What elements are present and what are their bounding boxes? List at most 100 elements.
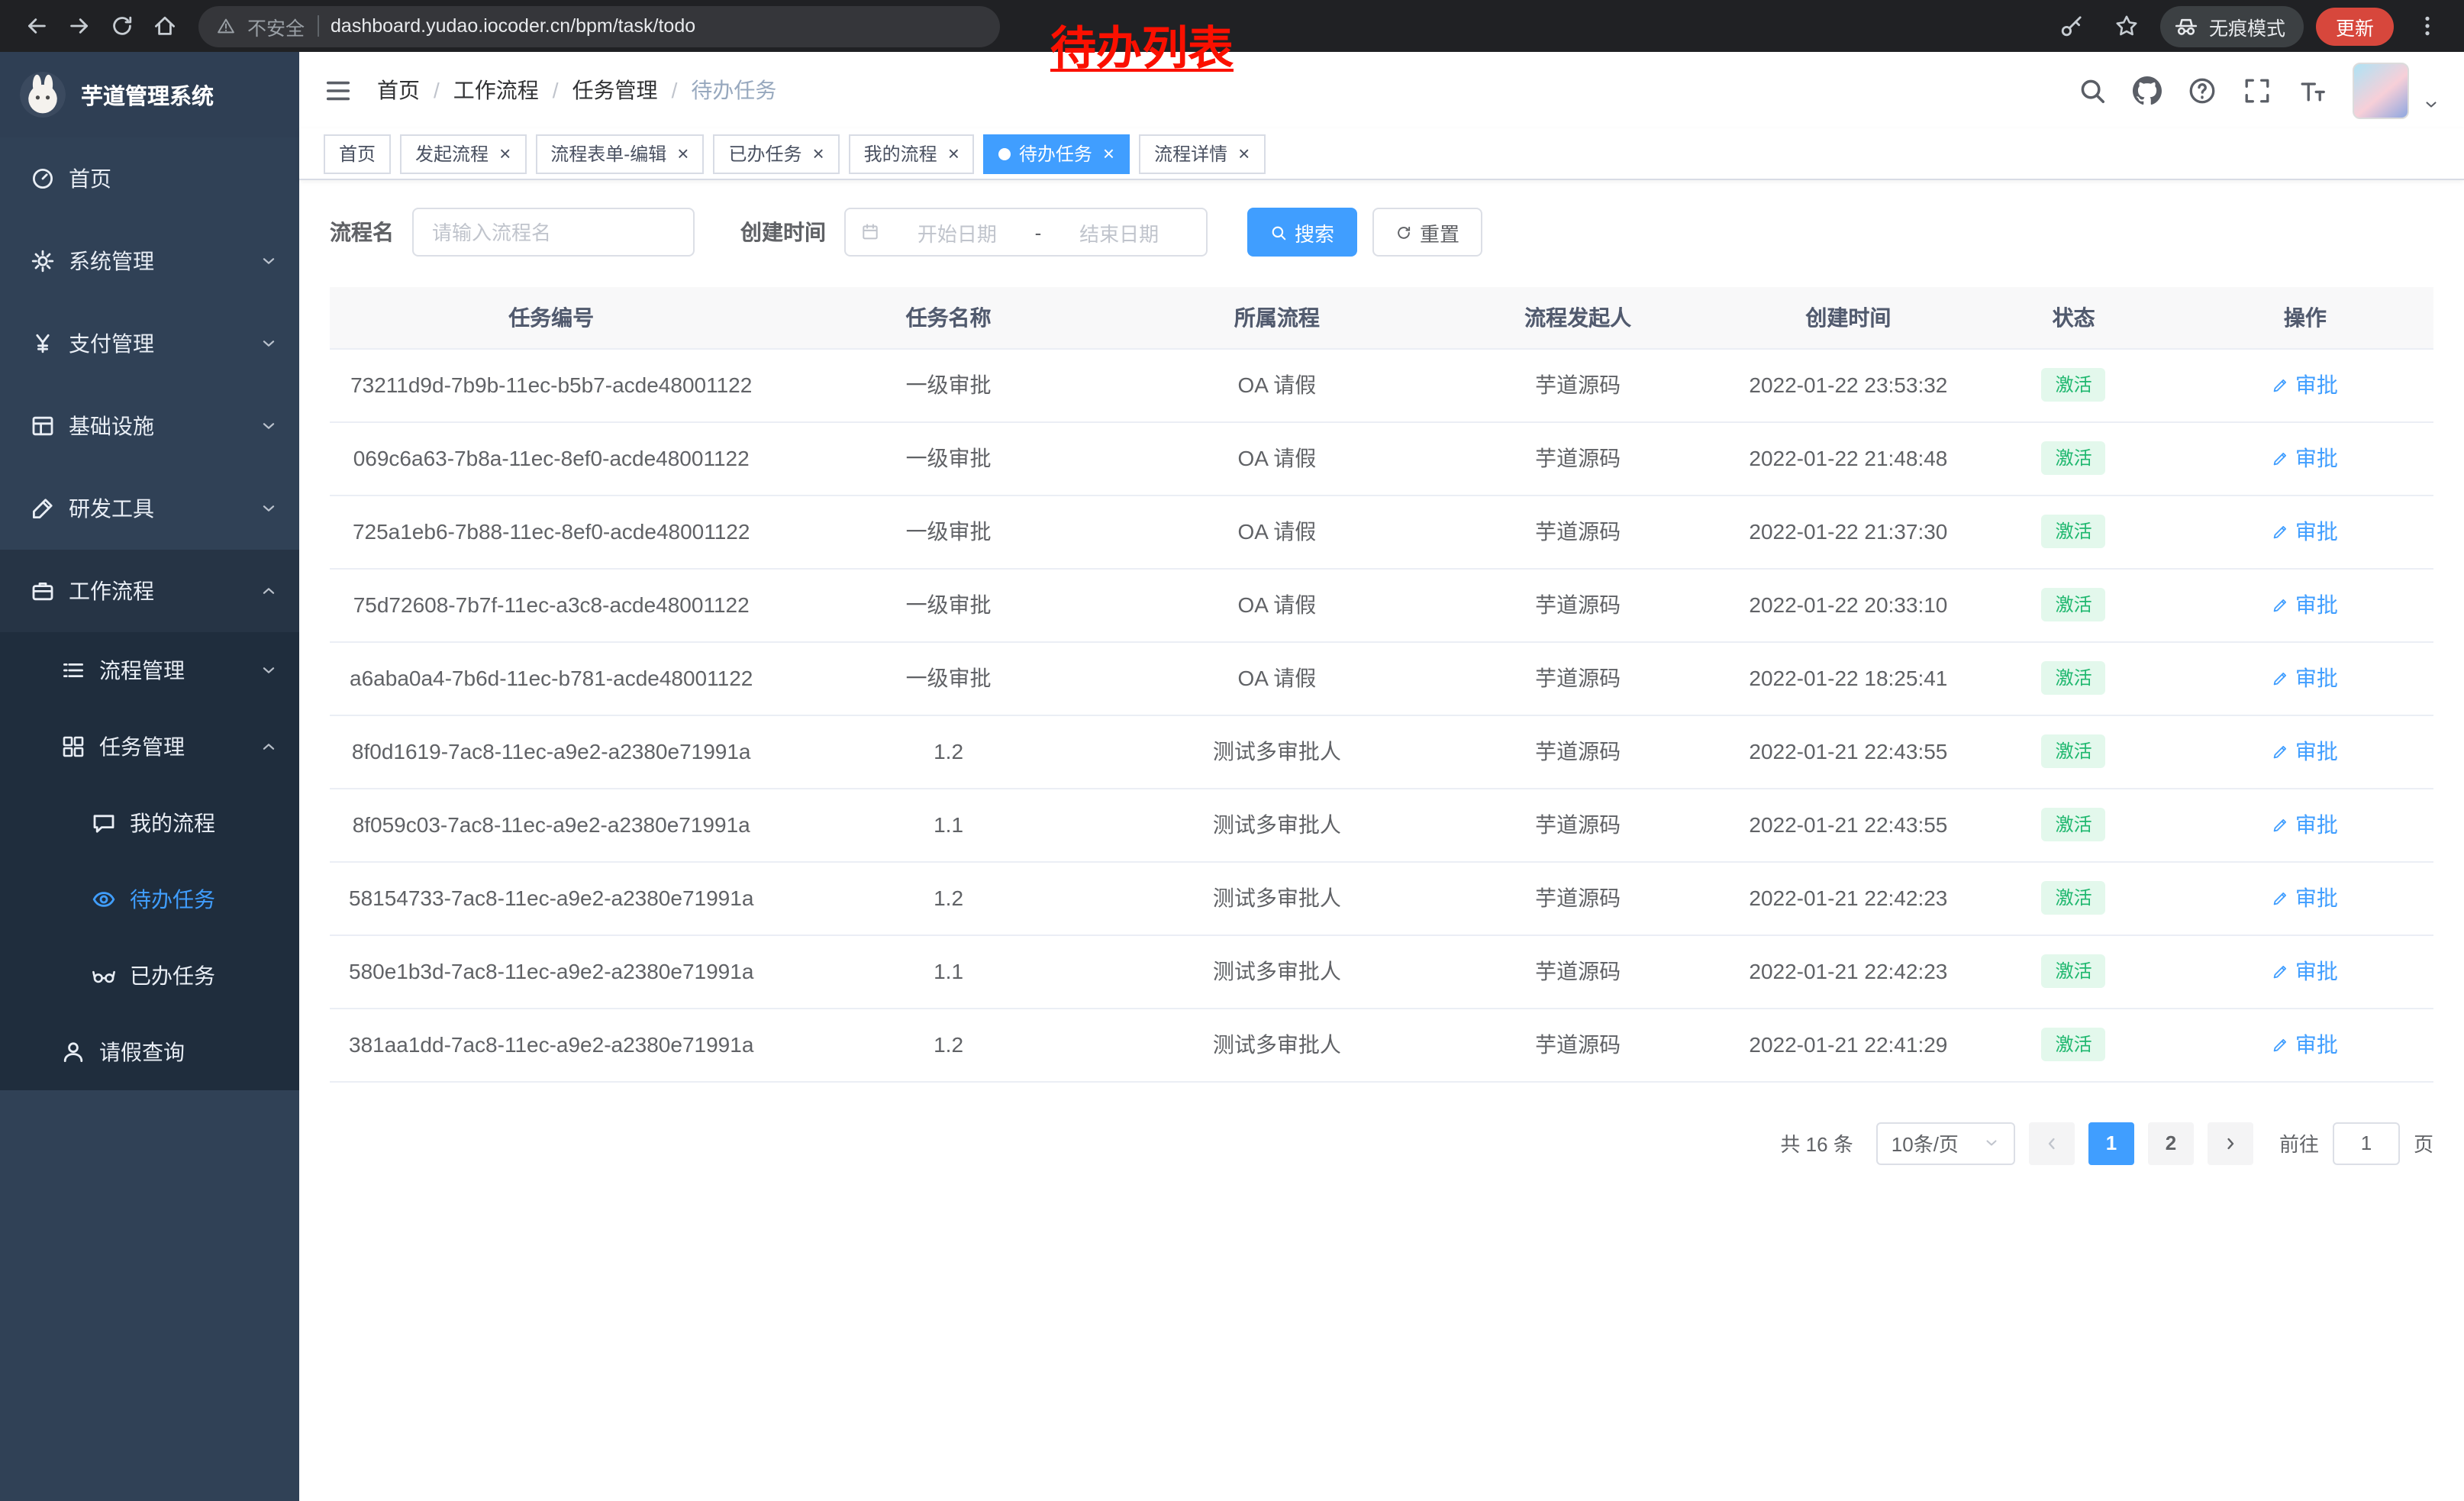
search-button[interactable]: 搜索: [1247, 208, 1357, 257]
column-header: 创建时间: [1726, 287, 1970, 348]
process-name-input[interactable]: [412, 208, 695, 257]
sidebar-item-my-process[interactable]: 我的流程: [0, 785, 299, 861]
avatar-caret-icon[interactable]: [2423, 95, 2440, 112]
collapse-sidebar-icon[interactable]: [324, 76, 353, 105]
page-button-2[interactable]: 2: [2148, 1122, 2194, 1164]
bookmark-star-button[interactable]: [2105, 5, 2148, 47]
close-icon[interactable]: ×: [677, 144, 689, 163]
sidebar-menu: 首页 系统管理 支付管理 基础设施 研发工具 工作流程 流程管理 任务管理: [0, 137, 299, 1090]
prev-page-button[interactable]: [2029, 1122, 2075, 1164]
tab-已办任务[interactable]: 已办任务×: [713, 134, 839, 173]
sidebar-item-label: 工作流程: [69, 576, 154, 606]
cell-process: 测试多审批人: [1124, 934, 1430, 1008]
chevron-left-icon: [2043, 1134, 2061, 1152]
approve-link[interactable]: 审批: [2272, 956, 2338, 986]
end-date-placeholder[interactable]: 结束日期: [1047, 218, 1191, 247]
date-range-picker[interactable]: 开始日期 - 结束日期: [844, 208, 1208, 257]
browser-home-button[interactable]: [144, 5, 186, 47]
tools-icon: [31, 496, 55, 521]
sidebar-item-dev-tools[interactable]: 研发工具: [0, 467, 299, 550]
reset-button[interactable]: 重置: [1372, 208, 1482, 257]
forward-icon: [67, 14, 92, 38]
cell-starter: 芋道源码: [1430, 715, 1726, 788]
sidebar-item-done-tasks[interactable]: 已办任务: [0, 938, 299, 1014]
pagination: 共 16 条 10条/页 12 前往 页: [330, 1122, 2433, 1164]
cell-starter: 芋道源码: [1430, 861, 1726, 934]
approve-link[interactable]: 审批: [2272, 883, 2338, 913]
table-row: 580e1b3d-7ac8-11ec-a9e2-a2380e71991a 1.1…: [330, 934, 2433, 1008]
update-button[interactable]: 更新: [2316, 7, 2394, 45]
tabs-bar: 首页发起流程×流程表单-编辑×已办任务× 我的流程×待办任务×流程详情×: [299, 128, 2464, 180]
sidebar-item-label: 基础设施: [69, 411, 154, 441]
address-bar[interactable]: 不安全 dashboard.yudao.iocoder.cn/bpm/task/…: [198, 5, 1000, 47]
close-icon[interactable]: ×: [812, 144, 824, 163]
browser-reload-button[interactable]: [101, 5, 144, 47]
sidebar-item-todo-tasks[interactable]: 待办任务: [0, 861, 299, 938]
close-icon[interactable]: ×: [499, 144, 511, 163]
help-icon[interactable]: [2188, 76, 2217, 105]
sidebar-item-process-management[interactable]: 流程管理: [0, 632, 299, 709]
page-size-select[interactable]: 10条/页: [1876, 1122, 2015, 1164]
tab-我的流程[interactable]: 我的流程×: [849, 134, 975, 173]
approve-link[interactable]: 审批: [2272, 1029, 2338, 1060]
search-icon[interactable]: [2078, 76, 2107, 105]
tab-流程表单-编辑[interactable]: 流程表单-编辑×: [535, 134, 704, 173]
start-date-placeholder[interactable]: 开始日期: [885, 218, 1029, 247]
approve-link[interactable]: 审批: [2272, 736, 2338, 767]
fullscreen-icon[interactable]: [2243, 76, 2272, 105]
browser-forward-button[interactable]: [58, 5, 101, 47]
approve-link[interactable]: 审批: [2272, 443, 2338, 473]
cell-task-id: 381aa1dd-7ac8-11ec-a9e2-a2380e71991a: [330, 1008, 772, 1081]
password-key-button[interactable]: [2050, 5, 2093, 47]
url-text[interactable]: dashboard.yudao.iocoder.cn/bpm/task/todo: [331, 15, 695, 37]
sidebar-item-workflow[interactable]: 工作流程: [0, 550, 299, 632]
table-row: 069c6a63-7b8a-11ec-8ef0-acde48001122 一级审…: [330, 421, 2433, 495]
cell-task-id: 069c6a63-7b8a-11ec-8ef0-acde48001122: [330, 421, 772, 495]
sidebar-item-payment-management[interactable]: 支付管理: [0, 302, 299, 385]
column-header: 任务名称: [772, 287, 1124, 348]
approve-link[interactable]: 审批: [2272, 663, 2338, 693]
cell-starter: 芋道源码: [1430, 348, 1726, 421]
approve-link[interactable]: 审批: [2272, 589, 2338, 620]
eye-icon: [92, 887, 116, 912]
close-icon[interactable]: ×: [948, 144, 959, 163]
next-page-button[interactable]: [2208, 1122, 2253, 1164]
sidebar-item-label: 请假查询: [99, 1037, 185, 1067]
breadcrumb-separator: /: [434, 78, 440, 102]
column-header: 操作: [2177, 287, 2433, 348]
close-icon[interactable]: ×: [1238, 144, 1250, 163]
edit-icon: [2272, 889, 2289, 906]
approve-link[interactable]: 审批: [2272, 516, 2338, 547]
page-button-1[interactable]: 1: [2088, 1122, 2134, 1164]
github-icon[interactable]: [2133, 76, 2162, 105]
browser-menu-button[interactable]: [2406, 5, 2449, 47]
sidebar-item-task-management[interactable]: 任务管理: [0, 709, 299, 785]
status-badge: 激活: [2042, 734, 2106, 768]
app-logo[interactable]: 芋道管理系统: [0, 52, 299, 137]
tab-流程详情[interactable]: 流程详情×: [1139, 134, 1265, 173]
browser-back-button[interactable]: [15, 5, 58, 47]
breadcrumb-item[interactable]: 首页: [377, 75, 420, 105]
goto-page-input[interactable]: [2333, 1122, 2400, 1164]
close-icon[interactable]: ×: [1103, 144, 1114, 163]
cell-task-name: 一级审批: [772, 348, 1124, 421]
breadcrumb-item[interactable]: 工作流程: [453, 75, 539, 105]
cell-create-time: 2022-01-22 20:33:10: [1726, 568, 1970, 641]
user-avatar[interactable]: [2353, 62, 2409, 118]
breadcrumb-item[interactable]: 任务管理: [572, 75, 658, 105]
security-label[interactable]: 不安全: [247, 11, 305, 40]
tab-发起流程[interactable]: 发起流程×: [400, 134, 526, 173]
cell-task-id: 73211d9d-7b9b-11ec-b5b7-acde48001122: [330, 348, 772, 421]
tab-待办任务[interactable]: 待办任务×: [984, 134, 1130, 173]
approve-link[interactable]: 审批: [2272, 809, 2338, 840]
edit-icon: [2272, 523, 2289, 540]
sidebar-item-leave-query[interactable]: 请假查询: [0, 1014, 299, 1090]
sidebar-item-system-management[interactable]: 系统管理: [0, 220, 299, 302]
font-size-icon[interactable]: [2298, 76, 2327, 105]
tab-首页[interactable]: 首页: [324, 134, 391, 173]
approve-link[interactable]: 审批: [2272, 370, 2338, 400]
cell-process: 测试多审批人: [1124, 1008, 1430, 1081]
sidebar-item-home[interactable]: 首页: [0, 137, 299, 220]
sidebar-item-infrastructure[interactable]: 基础设施: [0, 385, 299, 467]
approve-label: 审批: [2295, 370, 2338, 400]
